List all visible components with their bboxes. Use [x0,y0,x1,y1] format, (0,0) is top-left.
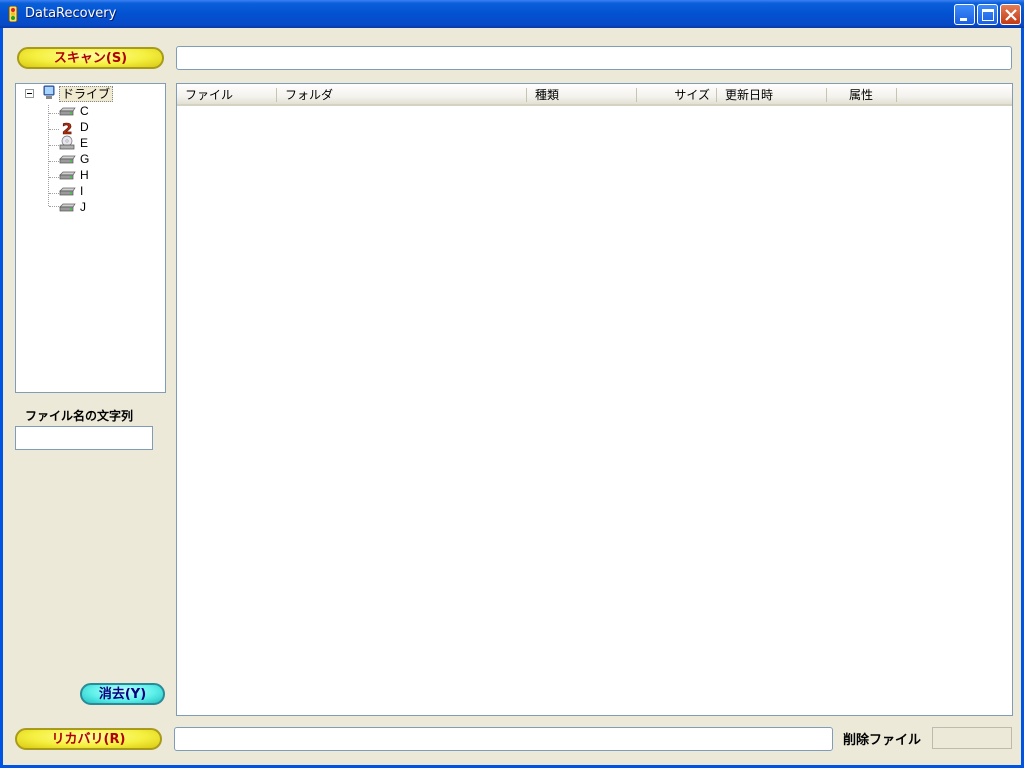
minimize-button[interactable] [954,4,975,25]
deleted-files-label: 削除ファイル [843,733,922,748]
deleted-files-count [932,727,1012,749]
drive-tree[interactable]: ドライブ C 2 D E G H I J [15,83,166,393]
hard-drive-icon [59,187,76,196]
hard-drive-icon [59,171,76,180]
app-window: DataRecovery スキャン(S) ドライブ C 2 D E G H I … [0,0,1024,768]
file-list[interactable]: ファイル フォルダ 種類 サイズ 更新日時 属性 [176,83,1013,716]
tree-item-drive-e[interactable]: E [80,135,88,151]
close-button[interactable] [1000,4,1021,25]
file-list-header: ファイル フォルダ 種類 サイズ 更新日時 属性 [177,84,1012,106]
title-bar[interactable]: DataRecovery [0,0,1024,28]
svg-text:2: 2 [62,120,72,136]
column-header-size[interactable]: サイズ [637,84,716,104]
scan-path-field[interactable] [176,46,1012,70]
window-title: DataRecovery [25,6,117,21]
hard-drive-icon [59,155,76,164]
column-header-attributes[interactable]: 属性 [841,84,911,104]
hard-drive-icon [59,107,76,116]
maximize-button[interactable] [977,4,998,25]
column-header-folder[interactable]: フォルダ [277,84,526,104]
filename-filter-field[interactable] [15,426,153,450]
tree-root-item[interactable]: ドライブ [59,86,114,102]
tree-connector [49,129,59,130]
tree-item-drive-d[interactable]: D [80,119,89,135]
minimize-icon [960,18,967,21]
column-divider[interactable] [896,88,897,102]
column-header-file[interactable]: ファイル [177,84,276,104]
recover-button[interactable]: リカバリ(R) [15,728,162,750]
tree-item-drive-i[interactable]: I [80,183,83,199]
column-header-modified[interactable]: 更新日時 [717,84,826,104]
hard-drive-icon [59,203,76,212]
filter-label: ファイル名の文字列 [25,409,134,423]
close-icon [1005,9,1017,21]
app-icon [8,6,18,22]
tree-root-label: ドライブ [59,86,114,102]
column-header-type[interactable]: 種類 [527,84,636,104]
computer-icon [43,85,55,99]
tree-item-drive-g[interactable]: G [80,151,89,167]
cd-drive-icon [59,135,75,150]
scan-button[interactable]: スキャン(S) [17,47,164,69]
clear-button[interactable]: 消去(Y) [80,683,165,705]
numbered-drive-icon: 2 [62,120,73,136]
maximize-icon [982,9,994,21]
tree-connector [48,105,49,206]
column-divider[interactable] [826,88,827,102]
collapse-toggle[interactable] [25,89,34,98]
output-path-field[interactable] [174,727,833,751]
tree-item-drive-h[interactable]: H [80,167,89,183]
tree-item-drive-c[interactable]: C [80,103,89,119]
tree-item-drive-j[interactable]: J [80,199,86,215]
